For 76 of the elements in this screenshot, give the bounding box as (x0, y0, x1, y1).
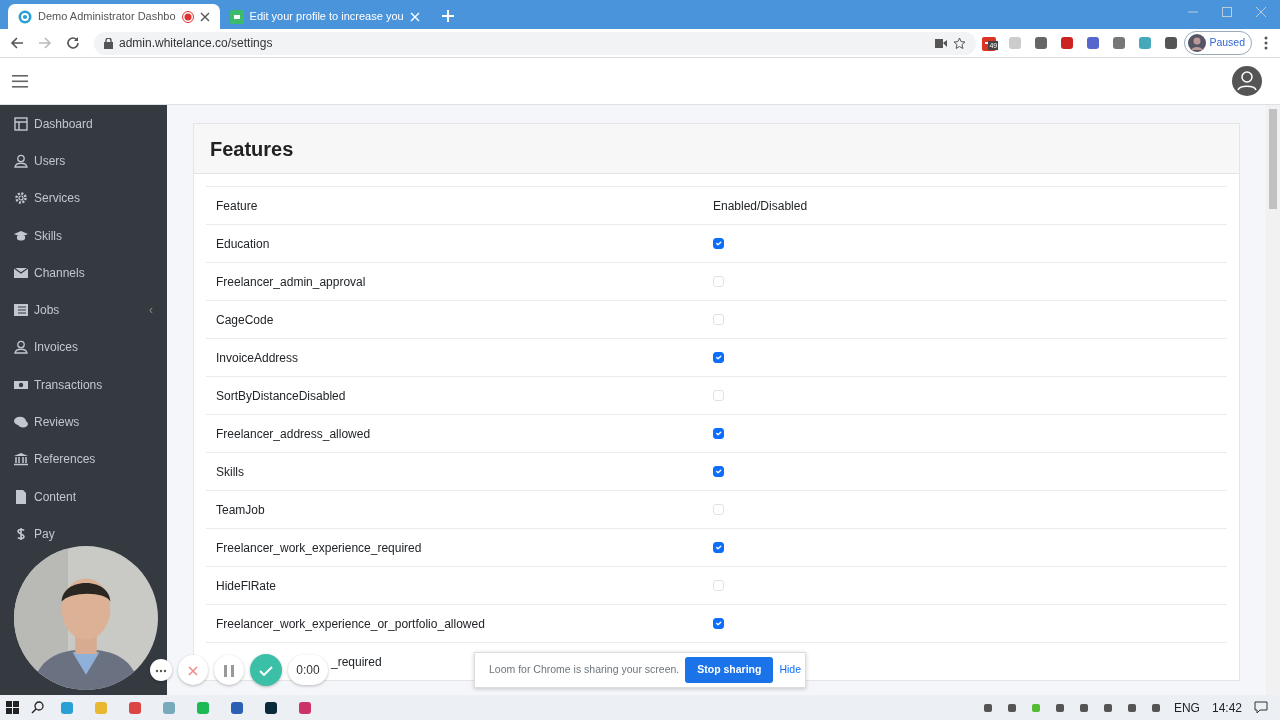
feature-name: Skills (216, 464, 244, 479)
site-icon (18, 9, 32, 24)
feature-name: SortByDistanceDisabled (216, 388, 346, 403)
envelope-icon (14, 265, 28, 280)
column-header: Enabled/Disabled (713, 197, 808, 215)
sidebar-item[interactable]: Users (34, 151, 66, 170)
user-icon (14, 153, 28, 168)
browser-tab[interactable]: Demo Administrator Dashbo (8, 4, 220, 29)
feature-checkbox[interactable] (713, 618, 724, 629)
column-header: Feature (215, 197, 259, 215)
sidebar-item[interactable]: References (34, 450, 96, 469)
menu-icon[interactable] (12, 74, 28, 88)
sidebar-item[interactable]: Services (34, 189, 80, 208)
feature-checkbox[interactable] (713, 466, 724, 477)
forward-icon (38, 36, 52, 50)
feature-name: Education (216, 236, 270, 251)
check-icon (259, 665, 273, 676)
graduation-cap-icon (14, 228, 28, 243)
sidebar-item[interactable]: Invoices (34, 338, 79, 357)
scrollbar[interactable] (1266, 105, 1280, 695)
close-icon (188, 665, 198, 676)
sidebar-item[interactable]: Pay (34, 524, 55, 543)
windows-icon[interactable] (6, 701, 19, 714)
sidebar-item[interactable]: Skills (34, 226, 62, 245)
more-icon (155, 668, 167, 673)
feature-name: Freelancer_address_allowed (216, 426, 371, 441)
list-icon (14, 303, 28, 318)
address-bar[interactable]: admin.whitelance.co/settings (94, 31, 977, 55)
hide-link[interactable]: Hide (779, 662, 802, 678)
bank-icon (14, 452, 28, 467)
user-avatar-icon[interactable] (1232, 66, 1262, 96)
feature-name: _required (331, 654, 382, 669)
new-tab-icon[interactable] (441, 10, 454, 22)
language-indicator[interactable]: ENG (1173, 698, 1200, 717)
tab-title: Demo Administrator Dashbo (38, 9, 176, 25)
feature-checkbox[interactable] (713, 352, 724, 363)
sharing-message: Loom for Chrome is sharing your screen. (489, 662, 680, 678)
feature-name: InvoiceAddress (216, 350, 299, 365)
feature-name: Freelancer_admin_approval (216, 274, 366, 289)
clock[interactable]: 14:42 (1211, 698, 1242, 717)
feature-name: Freelancer_work_experience_required (216, 540, 422, 555)
recording-timer: 0:00 (288, 655, 328, 685)
user-icon (14, 340, 28, 355)
sidebar-item[interactable]: Transactions (34, 375, 103, 394)
dollar-icon (14, 526, 28, 541)
notification-icon[interactable] (1254, 701, 1268, 714)
feature-name: Freelancer_work_experience_or_portfolio_allowed (216, 616, 485, 631)
site-icon (229, 9, 244, 24)
feature-name: TeamJob (216, 502, 265, 517)
more-icon[interactable] (1264, 36, 1268, 50)
chat-icon (14, 415, 28, 429)
gear-icon (14, 191, 28, 206)
lock-icon (104, 37, 113, 49)
reload-icon[interactable] (66, 36, 80, 50)
close-icon[interactable] (199, 11, 210, 22)
file-icon (14, 489, 28, 504)
feature-checkbox[interactable] (713, 428, 724, 439)
feature-checkbox[interactable] (713, 238, 724, 249)
feature-name: HideFlRate (216, 578, 277, 593)
sidebar-item[interactable]: Reviews (34, 413, 80, 431)
sidebar-item[interactable]: Jobs (34, 301, 60, 320)
card-title: Features (194, 124, 1239, 174)
pause-icon (224, 664, 234, 677)
grid-icon (14, 116, 28, 131)
sidebar-item[interactable]: Dashboard (34, 114, 93, 133)
avatar-icon (1188, 34, 1207, 52)
back-icon[interactable] (10, 36, 24, 50)
sidebar-item[interactable]: Content (34, 487, 77, 506)
sidebar-item[interactable]: Channels (34, 263, 85, 282)
stop-sharing-button[interactable]: Stop sharing (685, 657, 774, 683)
feature-name: CageCode (216, 312, 274, 327)
more-button[interactable] (150, 659, 172, 681)
star-icon[interactable] (953, 36, 967, 50)
search-icon[interactable] (31, 701, 44, 714)
tab-title: Edit your profile to increase you (249, 9, 404, 25)
feature-checkbox[interactable] (713, 542, 724, 553)
